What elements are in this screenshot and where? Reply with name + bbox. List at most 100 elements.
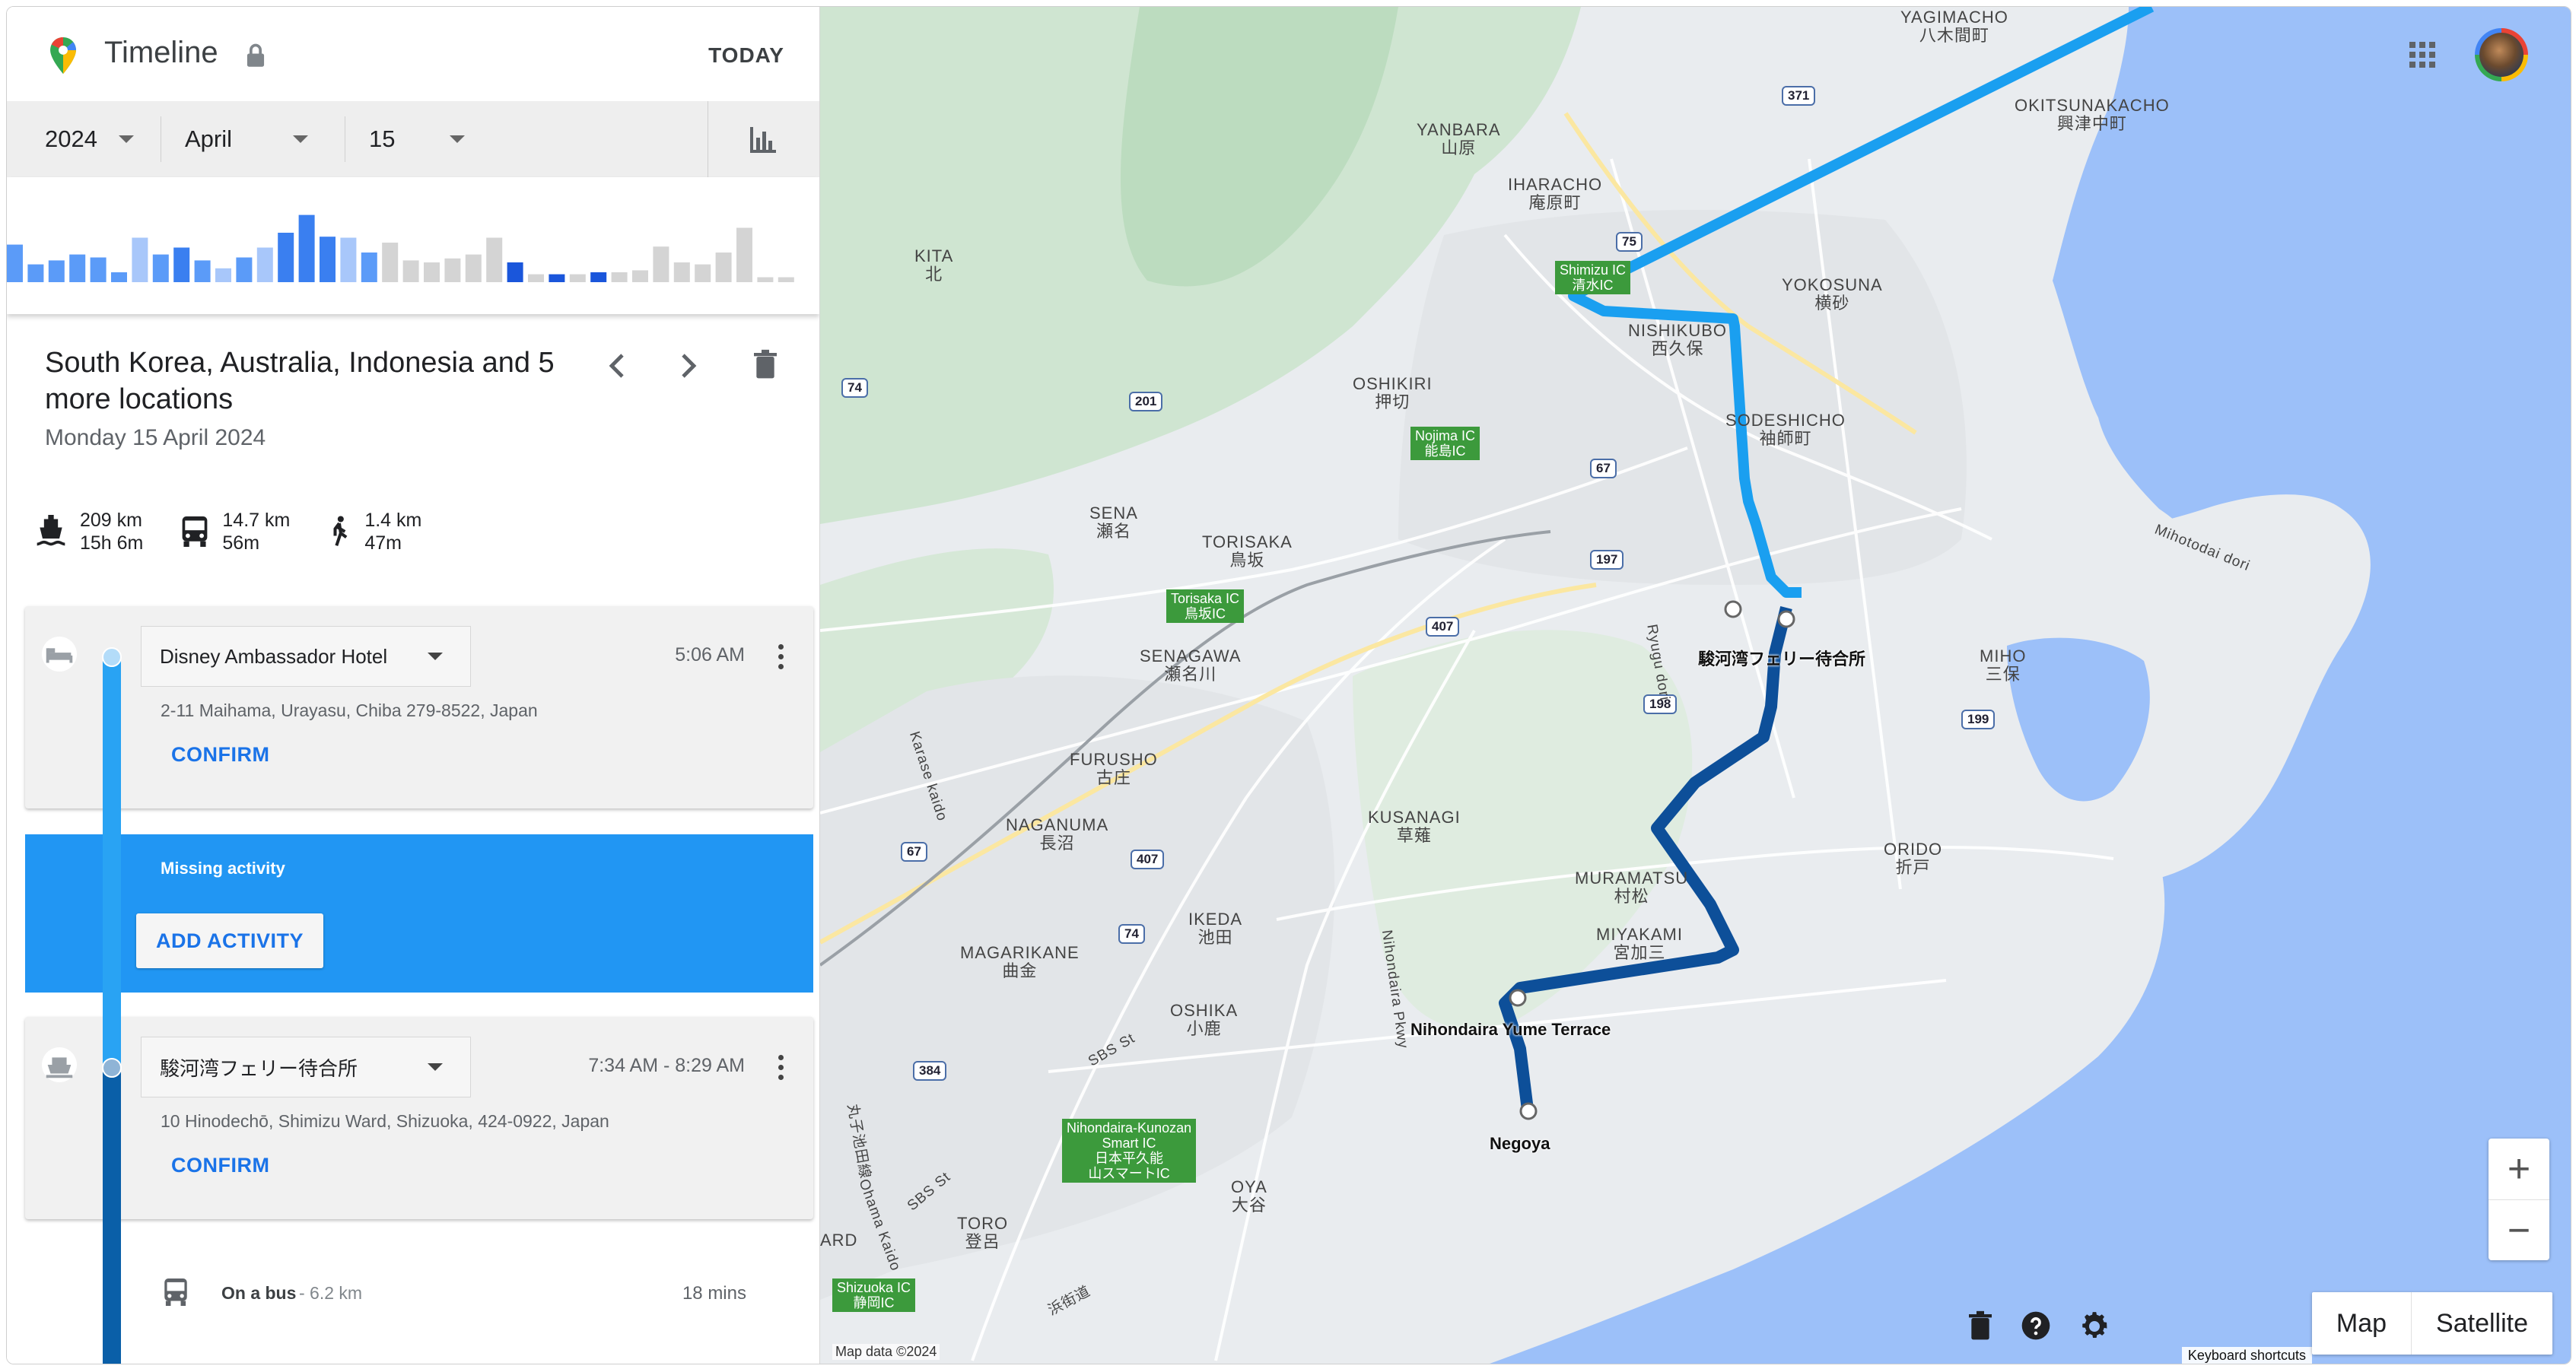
- place-name-select[interactable]: Disney Ambassador Hotel: [141, 626, 471, 687]
- histogram-bar[interactable]: [653, 246, 669, 282]
- header: Timeline TODAY: [7, 7, 819, 101]
- map-label: MURAMATSU 村松: [1575, 869, 1689, 906]
- interchange-label: Nojima IC 能島IC: [1410, 427, 1480, 460]
- histogram-bar[interactable]: [382, 243, 399, 282]
- confirm-button[interactable]: CONFIRM: [171, 1154, 269, 1177]
- route-shield: 67: [901, 842, 927, 862]
- histogram-bar[interactable]: [278, 233, 294, 282]
- histogram-bar[interactable]: [590, 272, 607, 282]
- map-label: TORISAKA 鳥坂: [1202, 532, 1293, 570]
- year-select[interactable]: 2024: [45, 101, 134, 177]
- histogram-bar[interactable]: [256, 247, 273, 283]
- activity-histogram[interactable]: [7, 177, 819, 314]
- map-canvas[interactable]: YAGIMACHO 八木間町 OKITSUNAKACHO 興津中町 YANBARA 山…: [820, 7, 2571, 1364]
- delete-day-button[interactable]: [752, 349, 778, 380]
- histogram-bar[interactable]: [424, 262, 440, 282]
- trash-icon[interactable]: [1967, 1310, 1993, 1341]
- histogram-bar[interactable]: [757, 277, 774, 283]
- histogram-bar[interactable]: [90, 257, 107, 283]
- bar-chart-icon: [750, 127, 776, 153]
- month-select[interactable]: April: [185, 101, 308, 177]
- map-type-toggle: Map Satellite: [2311, 1292, 2552, 1355]
- chevron-right-icon: [682, 354, 697, 378]
- route-shield: 75: [1616, 232, 1643, 252]
- settings-gear-icon[interactable]: [2078, 1310, 2110, 1342]
- histogram-bar[interactable]: [7, 244, 23, 282]
- poi-ferry-terminal[interactable]: 駿河湾フェリー待合所: [1698, 646, 1865, 670]
- histogram-bar[interactable]: [132, 237, 148, 283]
- histogram-bar[interactable]: [340, 237, 357, 283]
- place-address: 2-11 Maihama, Urayasu, Chiba 279-8522, J…: [161, 700, 538, 720]
- map-label: KITA 北: [914, 246, 954, 284]
- maps-pin-icon: [50, 37, 76, 74]
- help-icon[interactable]: [2021, 1310, 2051, 1341]
- histogram-bar[interactable]: [465, 254, 482, 282]
- bus-icon: [183, 516, 208, 547]
- map-label: ARD: [820, 1231, 858, 1250]
- histogram-bar[interactable]: [69, 254, 86, 282]
- histogram-bar[interactable]: [632, 270, 648, 282]
- walk-icon: [333, 516, 348, 546]
- map-label: OYA 大谷: [1231, 1177, 1267, 1215]
- route-shield: 384: [913, 1061, 947, 1081]
- histogram-bar[interactable]: [736, 227, 752, 283]
- keyboard-shortcuts-link[interactable]: Keyboard shortcuts: [2181, 1347, 2312, 1364]
- histogram-bar[interactable]: [715, 253, 732, 282]
- histogram-bar[interactable]: [173, 247, 190, 283]
- histogram-bar[interactable]: [444, 258, 461, 282]
- place-name-select[interactable]: 駿河湾フェリー待合所: [141, 1037, 471, 1097]
- histogram-bar[interactable]: [569, 274, 586, 282]
- previous-day-button[interactable]: [605, 351, 628, 389]
- poi-terrace[interactable]: Nihondaira Yume Terrace: [1410, 1020, 1611, 1040]
- day-select[interactable]: 15: [369, 101, 465, 177]
- histogram-bar[interactable]: [152, 254, 169, 282]
- satellite-view-button[interactable]: Satellite: [2412, 1292, 2552, 1355]
- histogram-bar[interactable]: [215, 268, 231, 282]
- next-day-button[interactable]: [678, 351, 701, 389]
- place-card-hotel[interactable]: Disney Ambassador Hotel 5:06 AM 2-11 Mai…: [25, 606, 813, 808]
- histogram-bar[interactable]: [48, 260, 65, 282]
- histogram-bar[interactable]: [27, 264, 44, 282]
- more-options-icon[interactable]: [778, 644, 784, 674]
- more-options-icon[interactable]: [778, 1055, 784, 1085]
- histogram-bar[interactable]: [298, 214, 315, 282]
- histogram-bar[interactable]: [194, 260, 211, 282]
- histogram-bar[interactable]: [486, 237, 503, 283]
- histogram-bar[interactable]: [778, 277, 794, 283]
- route-shield: 67: [1590, 459, 1617, 478]
- map-label: SODESHICHO 袖師町: [1725, 411, 1846, 448]
- map-view-button[interactable]: Map: [2312, 1292, 2412, 1355]
- apps-grid-icon[interactable]: [2409, 42, 2435, 68]
- ferry-duration: 15h 6m: [80, 532, 144, 554]
- histogram-bar[interactable]: [507, 262, 523, 282]
- missing-activity-card: Missing activity ADD ACTIVITY: [25, 834, 813, 993]
- histogram-bar[interactable]: [673, 262, 690, 282]
- histogram-bar[interactable]: [236, 257, 253, 283]
- place-card-ferry-terminal[interactable]: 駿河湾フェリー待合所 7:34 AM - 8:29 AM 10 Hinodech…: [25, 1017, 813, 1219]
- histogram-bar[interactable]: [695, 264, 711, 282]
- histogram-bar[interactable]: [361, 253, 377, 282]
- today-button[interactable]: TODAY: [708, 43, 784, 68]
- bar-chart-button[interactable]: [708, 101, 819, 177]
- add-activity-button[interactable]: ADD ACTIVITY: [136, 913, 323, 968]
- activity-row-bus[interactable]: On a bus - 6.2 km 18 mins: [7, 1269, 819, 1315]
- histogram-bar[interactable]: [528, 274, 544, 282]
- map-label: TORO 登呂: [957, 1214, 1009, 1251]
- confirm-button[interactable]: CONFIRM: [171, 743, 269, 767]
- poi-negoya[interactable]: Negoya: [1490, 1134, 1550, 1154]
- interchange-label: Shimizu IC 清水IC: [1555, 261, 1631, 294]
- bus-distance: 14.7 km: [222, 510, 291, 531]
- histogram-bar[interactable]: [549, 274, 565, 282]
- chevron-down-icon: [428, 1063, 443, 1071]
- map-label: MIHO 三保: [1980, 646, 2027, 684]
- map-label: OSHIKA 小鹿: [1170, 1001, 1239, 1038]
- zoom-out-button[interactable]: −: [2489, 1200, 2549, 1261]
- place-name: Disney Ambassador Hotel: [160, 644, 388, 668]
- histogram-bar[interactable]: [402, 260, 419, 282]
- avatar[interactable]: [2475, 28, 2528, 81]
- histogram-bar[interactable]: [320, 237, 336, 282]
- histogram-bar[interactable]: [611, 272, 628, 282]
- zoom-in-button[interactable]: +: [2489, 1139, 2549, 1200]
- histogram-bar[interactable]: [111, 272, 127, 282]
- map-label: KUSANAGI 草薙: [1368, 808, 1461, 845]
